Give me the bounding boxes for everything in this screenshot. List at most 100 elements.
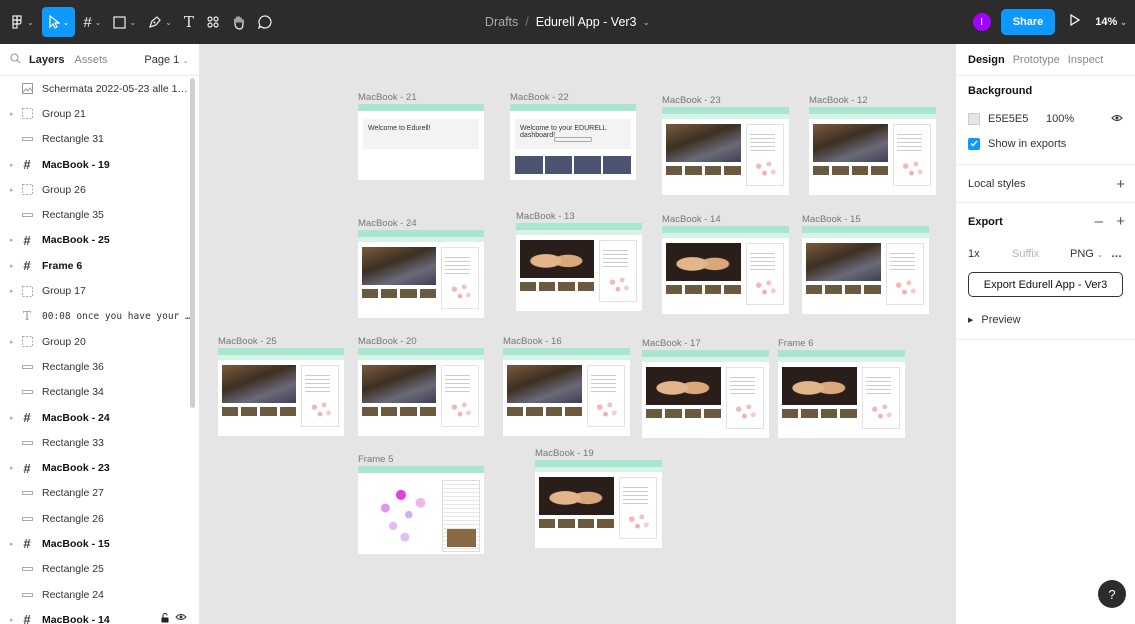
layer-row[interactable]: ▸ Group 20 [0, 329, 199, 354]
layer-row[interactable]: ▸ # MacBook - 15 [0, 531, 199, 556]
tab-prototype[interactable]: Prototype [1013, 54, 1060, 66]
caret-right-icon[interactable]: ▸ [10, 616, 20, 624]
search-icon[interactable] [10, 52, 21, 67]
add-export-icon[interactable]: + [1116, 213, 1125, 230]
comment-tool[interactable] [252, 7, 278, 37]
frame-label[interactable]: Frame 6 [778, 338, 813, 349]
layer-row[interactable]: T 00:08 once you have your skeleto... [0, 304, 199, 329]
tab-design[interactable]: Design [968, 54, 1005, 66]
eye-icon[interactable] [175, 613, 187, 624]
export-button[interactable]: Export Edurell App - Ver3 [968, 272, 1123, 297]
caret-right-icon[interactable]: ▸ [10, 414, 20, 422]
share-button[interactable]: Share [1000, 9, 1056, 35]
layer-row[interactable]: ▸ # MacBook - 14 [0, 607, 199, 624]
artboard-frame[interactable] [358, 230, 484, 318]
caret-right-icon[interactable]: ▸ [10, 287, 20, 295]
artboard-frame[interactable] [535, 460, 662, 548]
caret-right-icon[interactable]: ▸ [10, 186, 20, 194]
pen-tool[interactable]: ⌄ [142, 7, 178, 37]
artboard-frame[interactable] [778, 350, 905, 438]
main-menu-button[interactable]: ⌄ [6, 7, 40, 37]
hand-tool[interactable] [226, 7, 252, 37]
background-opacity-input[interactable]: 100% [1046, 113, 1074, 125]
layer-row[interactable]: Rectangle 25 [0, 557, 199, 582]
layer-row[interactable]: ▸ # Frame 6 [0, 253, 199, 278]
design-canvas[interactable]: MacBook - 21 Welcome to Edurell! MacBook -… [200, 44, 955, 624]
tab-assets[interactable]: Assets [74, 54, 107, 66]
artboard-frame[interactable] [802, 226, 929, 314]
frame-label[interactable]: MacBook - 22 [510, 92, 569, 103]
frame-label[interactable]: Frame 5 [358, 454, 393, 465]
caret-right-icon[interactable]: ▸ [10, 540, 20, 548]
frame-label[interactable]: MacBook - 24 [358, 218, 417, 229]
frame-label[interactable]: MacBook - 14 [662, 214, 721, 225]
export-suffix-input[interactable]: Suffix [1012, 248, 1070, 260]
caret-right-icon[interactable]: ▸ [10, 464, 20, 472]
layer-row[interactable]: ▸ # MacBook - 25 [0, 228, 199, 253]
layer-row[interactable]: Rectangle 27 [0, 481, 199, 506]
caret-right-icon[interactable]: ▸ [10, 338, 20, 346]
layer-row[interactable]: Schermata 2022-05-23 alle 15.53 [0, 76, 199, 101]
eye-icon[interactable] [1111, 113, 1123, 125]
caret-right-icon[interactable]: ▸ [10, 161, 20, 169]
text-tool[interactable]: T [178, 7, 200, 37]
artboard-frame[interactable] [218, 348, 344, 436]
layer-row[interactable]: ▸ # MacBook - 19 [0, 152, 199, 177]
more-options-icon[interactable]: … [1111, 248, 1123, 260]
avatar[interactable]: I [972, 13, 991, 31]
add-style-icon[interactable]: + [1116, 176, 1125, 193]
shape-tool[interactable]: ⌄ [107, 7, 142, 37]
page-selector[interactable]: Page 1 ⌄ [144, 54, 189, 66]
artboard-frame[interactable] [642, 350, 769, 438]
breadcrumb-drafts[interactable]: Drafts [485, 15, 518, 29]
remove-export-icon[interactable]: – [1095, 213, 1103, 230]
chevron-down-icon[interactable]: ⌄ [643, 17, 651, 28]
layer-row[interactable]: ▸ Group 21 [0, 101, 199, 126]
move-tool[interactable]: ⌄ [41, 7, 76, 37]
artboard-frame[interactable] [503, 348, 630, 436]
present-button[interactable] [1065, 13, 1085, 31]
layer-row[interactable]: Rectangle 34 [0, 380, 199, 405]
layers-scrollbar[interactable] [190, 78, 195, 408]
frame-label[interactable]: MacBook - 13 [516, 211, 575, 222]
artboard-frame[interactable] [809, 107, 936, 195]
frame-label[interactable]: MacBook - 16 [503, 336, 562, 347]
unlock-icon[interactable] [161, 613, 169, 624]
artboard-frame[interactable]: Welcome to Edurell! [358, 104, 484, 180]
export-format-select[interactable]: PNG ⌄ [1070, 248, 1104, 260]
layer-row[interactable]: Rectangle 33 [0, 430, 199, 455]
caret-right-icon[interactable]: ▸ [10, 110, 20, 118]
frame-label[interactable]: MacBook - 25 [218, 336, 277, 347]
preview-row[interactable]: ▶ Preview [968, 307, 1123, 333]
layer-row[interactable]: ▸ Group 17 [0, 278, 199, 303]
layer-row[interactable]: ▸ # MacBook - 23 [0, 455, 199, 480]
layer-row[interactable]: ▸ # MacBook - 24 [0, 405, 199, 430]
frame-tool[interactable]: # ⌄ [77, 7, 107, 37]
help-button[interactable]: ? [1098, 580, 1126, 608]
tab-layers[interactable]: Layers [29, 54, 64, 66]
caret-right-icon[interactable]: ▸ [10, 262, 20, 270]
export-scale-select[interactable]: 1x [968, 248, 1012, 260]
artboard-frame[interactable] [516, 223, 642, 311]
background-swatch[interactable] [968, 112, 980, 125]
tab-inspect[interactable]: Inspect [1068, 54, 1103, 66]
artboard-frame[interactable] [358, 348, 484, 436]
background-hex-input[interactable]: E5E5E5 [988, 113, 1046, 125]
show-in-exports-checkbox[interactable] [968, 137, 980, 150]
frame-label[interactable]: MacBook - 12 [809, 95, 868, 106]
frame-label[interactable]: MacBook - 20 [358, 336, 417, 347]
caret-right-icon[interactable]: ▸ [10, 236, 20, 244]
frame-label[interactable]: MacBook - 17 [642, 338, 701, 349]
artboard-frame[interactable] [662, 107, 789, 195]
resources-tool[interactable] [200, 7, 226, 37]
layer-row[interactable]: Rectangle 31 [0, 127, 199, 152]
file-name[interactable]: Edurell App - Ver3 [536, 15, 637, 29]
frame-label[interactable]: MacBook - 23 [662, 95, 721, 106]
artboard-frame[interactable]: Welcome to your EDURELL dashboard! [510, 104, 636, 180]
frame-label[interactable]: MacBook - 15 [802, 214, 861, 225]
frame-label[interactable]: MacBook - 19 [535, 448, 594, 459]
layer-row[interactable]: Rectangle 35 [0, 202, 199, 227]
artboard-frame[interactable] [662, 226, 789, 314]
layer-row[interactable]: Rectangle 26 [0, 506, 199, 531]
layer-row[interactable]: ▸ Group 26 [0, 177, 199, 202]
